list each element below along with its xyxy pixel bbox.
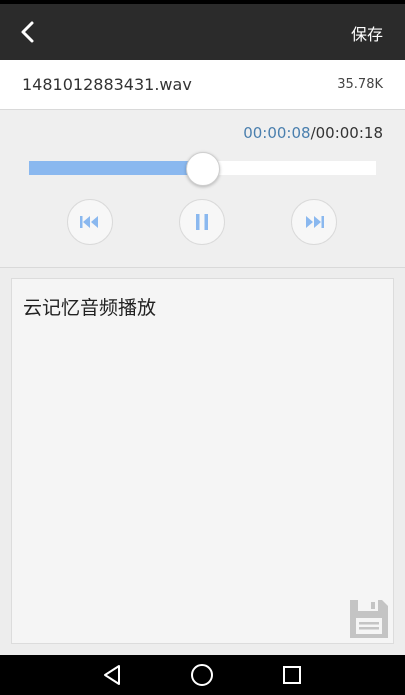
nav-recent-icon <box>283 666 301 684</box>
note-text[interactable]: 云记忆音频播放 <box>23 293 156 320</box>
back-button[interactable] <box>10 14 46 50</box>
skip-previous-icon <box>80 216 98 228</box>
save-note-button[interactable] <box>347 597 391 641</box>
save-button[interactable]: 保存 <box>351 21 383 45</box>
note-area[interactable]: 云记忆音频播放 <box>11 278 394 644</box>
file-size: 35.78K <box>337 77 383 92</box>
pause-icon <box>196 214 208 230</box>
nav-home-icon <box>191 664 213 686</box>
progress-fill <box>29 161 203 175</box>
nav-back-button[interactable] <box>98 661 126 689</box>
total-time: 00:00:18 <box>315 124 383 142</box>
skip-next-icon <box>306 216 324 228</box>
back-arrow-icon <box>21 21 34 43</box>
floppy-disk-icon <box>350 600 388 638</box>
current-time: 00:00:08 <box>243 124 311 142</box>
time-display: 00:00:08/00:00:18 <box>243 124 383 142</box>
progress-thumb[interactable] <box>185 152 220 186</box>
nav-back-icon <box>104 665 120 685</box>
previous-button[interactable] <box>67 199 113 245</box>
pause-button[interactable] <box>179 199 225 245</box>
nav-recent-button[interactable] <box>278 661 306 689</box>
file-info-row: 1481012883431.wav 35.78K <box>0 60 405 110</box>
audio-player: 00:00:08/00:00:18 <box>0 110 405 268</box>
file-name: 1481012883431.wav <box>22 75 192 94</box>
nav-home-button[interactable] <box>188 661 216 689</box>
system-nav-bar <box>0 655 405 695</box>
next-button[interactable] <box>291 199 337 245</box>
app-header: 保存 <box>0 4 405 60</box>
